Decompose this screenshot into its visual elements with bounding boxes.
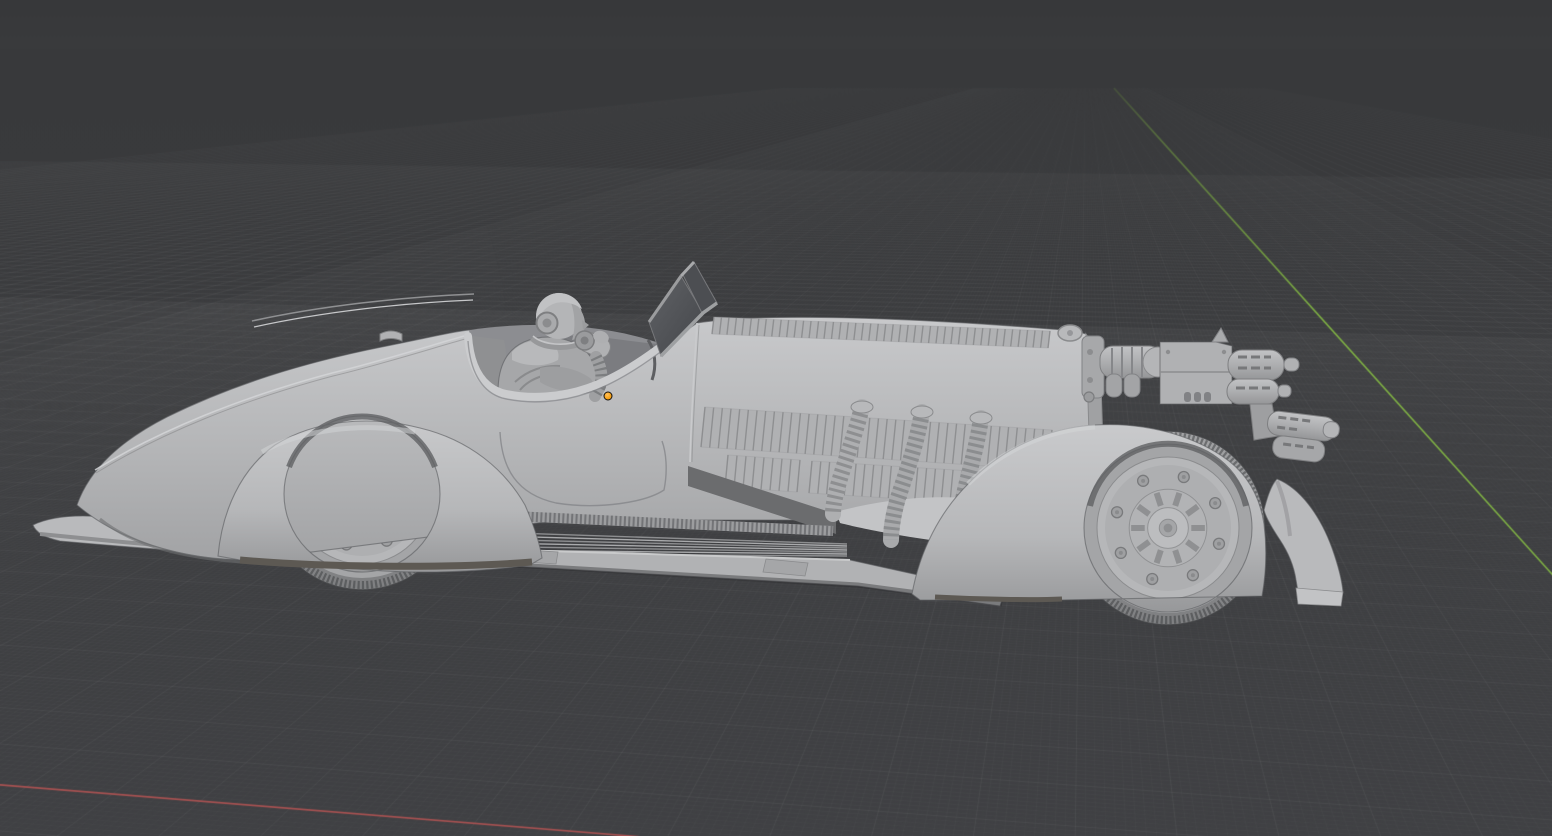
- car-model[interactable]: [0, 0, 1552, 836]
- deck-latch: [380, 331, 402, 341]
- gun-pod-upper: [1228, 350, 1299, 380]
- deck-seam: [252, 294, 474, 321]
- object-origin-marker: [604, 392, 613, 401]
- gun-pod-lower: [1227, 379, 1291, 404]
- ammo-drum: [1124, 374, 1140, 397]
- 3d-viewport[interactable]: [0, 0, 1552, 836]
- front-fender-trim: [935, 597, 1062, 600]
- ammo-drum: [1106, 374, 1122, 397]
- lower-gun-pods: [1264, 410, 1341, 464]
- front-splash-wedge[interactable]: [1264, 479, 1343, 606]
- gun-top-fin: [1212, 328, 1228, 342]
